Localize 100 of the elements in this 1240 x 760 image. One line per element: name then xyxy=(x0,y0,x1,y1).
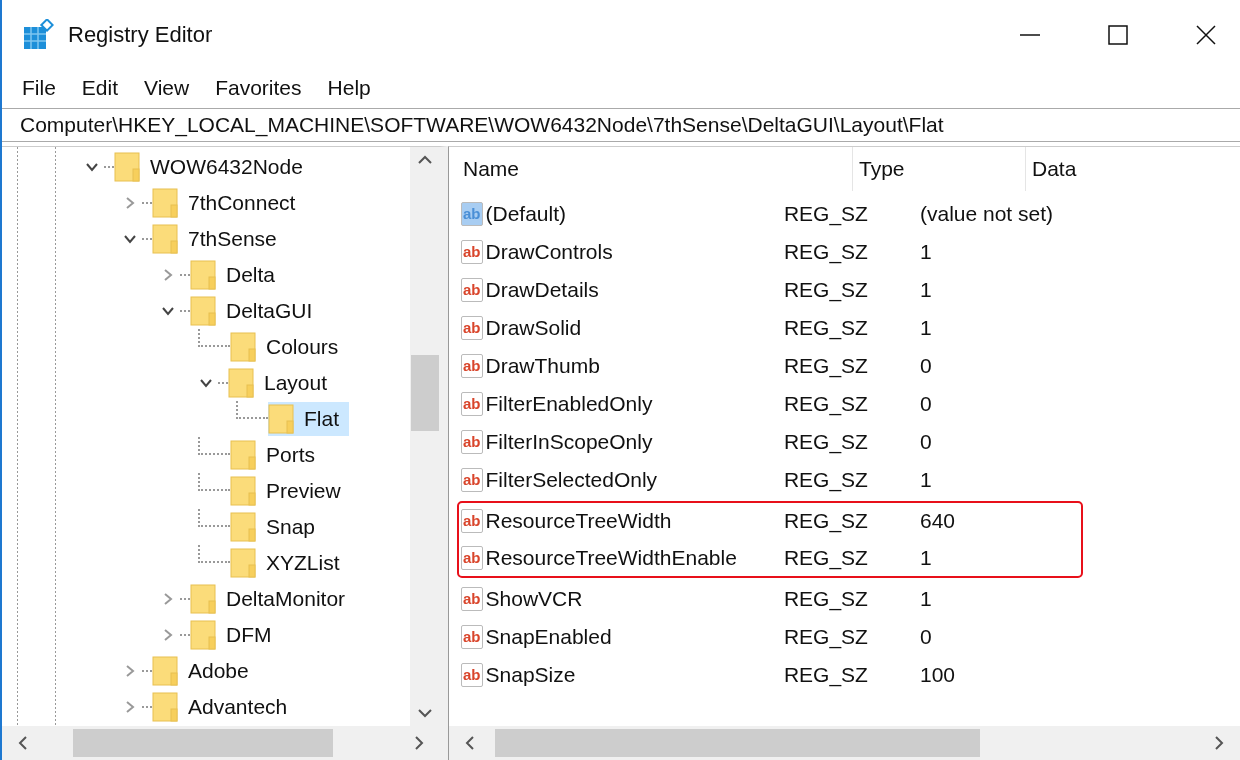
table-cell-text: 0 xyxy=(919,354,933,378)
table-cell-text: 1 xyxy=(919,587,933,611)
string-value-icon: ab xyxy=(461,278,483,302)
close-icon[interactable] xyxy=(1196,25,1216,45)
folder-icon xyxy=(230,512,256,542)
menu-item[interactable]: File xyxy=(22,76,56,100)
scrollbar-thumb[interactable] xyxy=(73,729,333,757)
value-name: SnapEnabled xyxy=(485,625,612,649)
folder-icon xyxy=(152,224,178,254)
folder-icon xyxy=(230,476,256,506)
folder-icon xyxy=(114,152,140,182)
scrollbar-thumb[interactable] xyxy=(495,729,980,757)
table-cell-text: REG_SZ xyxy=(782,546,869,570)
table-cell-text: 1 xyxy=(919,546,933,570)
value-name: DrawControls xyxy=(485,240,613,264)
column-header[interactable]: Type xyxy=(853,147,1026,191)
horizontal-scrollbar[interactable] xyxy=(2,726,440,760)
window-title: Registry Editor xyxy=(68,22,213,48)
table-cell-text: REG_SZ xyxy=(782,240,869,264)
table-cell-text: 100 xyxy=(919,663,956,687)
string-value-icon: ab xyxy=(461,316,483,340)
table-cell-text: REG_SZ xyxy=(782,509,869,533)
table-cell-text: REG_SZ xyxy=(782,663,869,687)
string-value-icon: ab xyxy=(461,392,483,416)
column-header[interactable]: Data xyxy=(1026,147,1226,191)
tree-item[interactable]: Colours xyxy=(230,330,349,364)
string-value-icon: ab xyxy=(461,546,483,570)
folder-icon xyxy=(152,692,178,722)
tree-item[interactable]: Snap xyxy=(230,510,326,544)
tree-item[interactable]: DeltaGUI xyxy=(190,294,323,328)
maximize-icon[interactable] xyxy=(1108,25,1128,45)
tree-item[interactable]: Delta xyxy=(190,258,286,292)
string-value-icon: ab xyxy=(461,468,483,492)
tree-item[interactable]: 7thSense xyxy=(152,222,287,256)
table-cell-text: 1 xyxy=(919,316,933,340)
table-cell-text: 0 xyxy=(919,430,933,454)
table-cell-text: 1 xyxy=(919,468,933,492)
scroll-right-icon[interactable] xyxy=(1214,736,1224,750)
value-name: FilterEnabledOnly xyxy=(485,392,653,416)
table-cell-text: REG_SZ xyxy=(782,430,869,454)
table-cell-text: 0 xyxy=(919,625,933,649)
address-field[interactable]: Computer\HKEY_LOCAL_MACHINE\SOFTWARE\WOW6432Node\7thSense\DeltaGUI\Layout\Flat xyxy=(2,108,1240,142)
value-name: FilterInScopeOnly xyxy=(485,430,653,454)
tree-item[interactable]: DFM xyxy=(190,618,282,652)
folder-icon xyxy=(230,440,256,470)
tree-item[interactable]: XYZList xyxy=(230,546,350,580)
menu-item[interactable]: View xyxy=(144,76,190,100)
table-cell-text: 0 xyxy=(919,392,933,416)
scroll-right-icon[interactable] xyxy=(414,736,424,750)
scroll-left-icon[interactable] xyxy=(465,736,475,750)
scrollbar-thumb[interactable] xyxy=(411,355,439,431)
string-value-icon: ab xyxy=(461,625,483,649)
table-cell-text: REG_SZ xyxy=(782,468,869,492)
scroll-up-icon[interactable] xyxy=(418,155,432,165)
table-cell-text: (value not set) xyxy=(919,202,1055,226)
value-name: ResourceTreeWidthEnable xyxy=(485,546,737,570)
menu-item[interactable]: Edit xyxy=(81,76,119,100)
tree-item[interactable]: WOW6432Node xyxy=(114,150,313,184)
folder-icon xyxy=(268,404,294,434)
value-name: DrawDetails xyxy=(485,278,599,302)
tree-item[interactable]: Preview xyxy=(230,474,351,508)
horizontal-scrollbar[interactable] xyxy=(449,726,1240,760)
registry-icon xyxy=(22,19,54,51)
table-cell-text: REG_SZ xyxy=(782,392,869,416)
string-value-icon: ab xyxy=(461,240,483,264)
string-value-icon: ab xyxy=(461,354,483,378)
tree-item[interactable]: Layout xyxy=(228,366,338,400)
string-value-icon: ab xyxy=(461,587,483,611)
tree-item[interactable]: Adobe xyxy=(152,654,259,688)
string-value-icon: ab xyxy=(461,202,483,226)
folder-icon xyxy=(190,296,216,326)
folder-icon xyxy=(152,656,178,686)
folder-icon xyxy=(152,188,178,218)
tree-item[interactable]: 7thConnect xyxy=(152,186,306,220)
table-cell-text: REG_SZ xyxy=(782,316,869,340)
table-cell-text: 1 xyxy=(919,240,933,264)
string-value-icon: ab xyxy=(461,430,483,454)
menu-item[interactable]: Help xyxy=(327,76,371,100)
tree-item[interactable]: Advantech xyxy=(152,690,298,724)
value-name: (Default) xyxy=(485,202,567,226)
menu-item[interactable]: Favorites xyxy=(215,76,302,100)
tree-item[interactable]: Ports xyxy=(230,438,325,472)
folder-icon xyxy=(190,584,216,614)
value-name: DrawThumb xyxy=(485,354,600,378)
folder-icon xyxy=(190,620,216,650)
value-name: FilterSelectedOnly xyxy=(485,468,658,492)
scroll-down-icon[interactable] xyxy=(418,708,432,718)
folder-icon xyxy=(228,368,254,398)
string-value-icon: ab xyxy=(461,509,483,533)
folder-icon xyxy=(230,548,256,578)
column-header[interactable]: Name xyxy=(457,147,853,191)
table-cell-text: REG_SZ xyxy=(782,202,869,226)
tree-item[interactable]: Flat xyxy=(268,402,349,436)
folder-icon xyxy=(190,260,216,290)
table-cell-text: REG_SZ xyxy=(782,278,869,302)
tree-item[interactable]: DeltaMonitor xyxy=(190,582,356,616)
value-name: DrawSolid xyxy=(485,316,582,340)
scroll-left-icon[interactable] xyxy=(18,736,28,750)
table-cell-text: REG_SZ xyxy=(782,587,869,611)
table-cell-text: 640 xyxy=(919,509,956,533)
